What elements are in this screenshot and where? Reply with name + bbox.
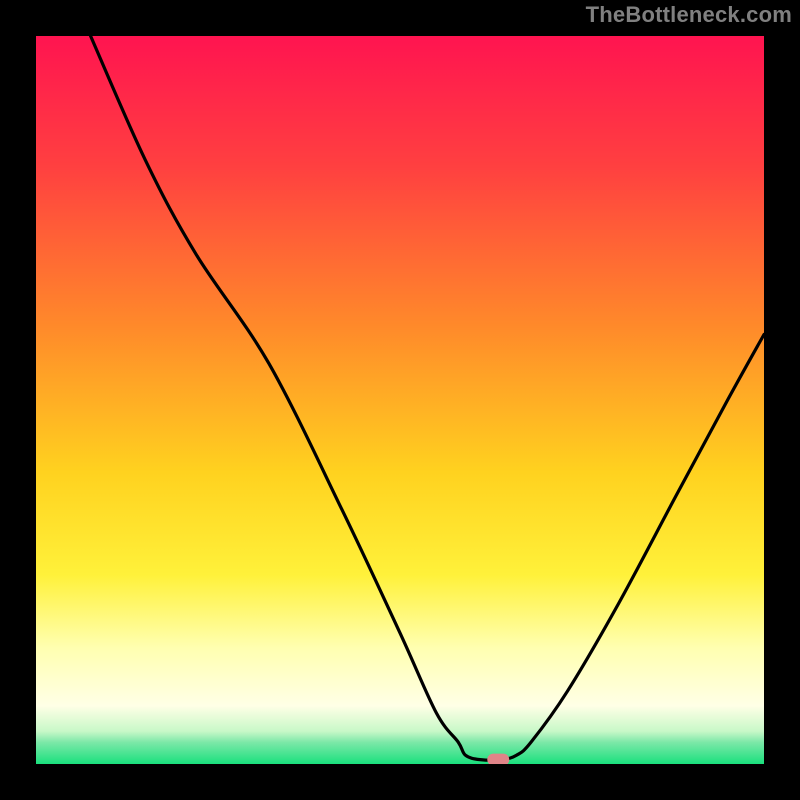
plot-background — [36, 36, 764, 764]
watermark-text: TheBottleneck.com — [586, 2, 792, 28]
optimum-marker — [487, 754, 509, 766]
bottleneck-chart — [0, 0, 800, 800]
chart-container: TheBottleneck.com — [0, 0, 800, 800]
